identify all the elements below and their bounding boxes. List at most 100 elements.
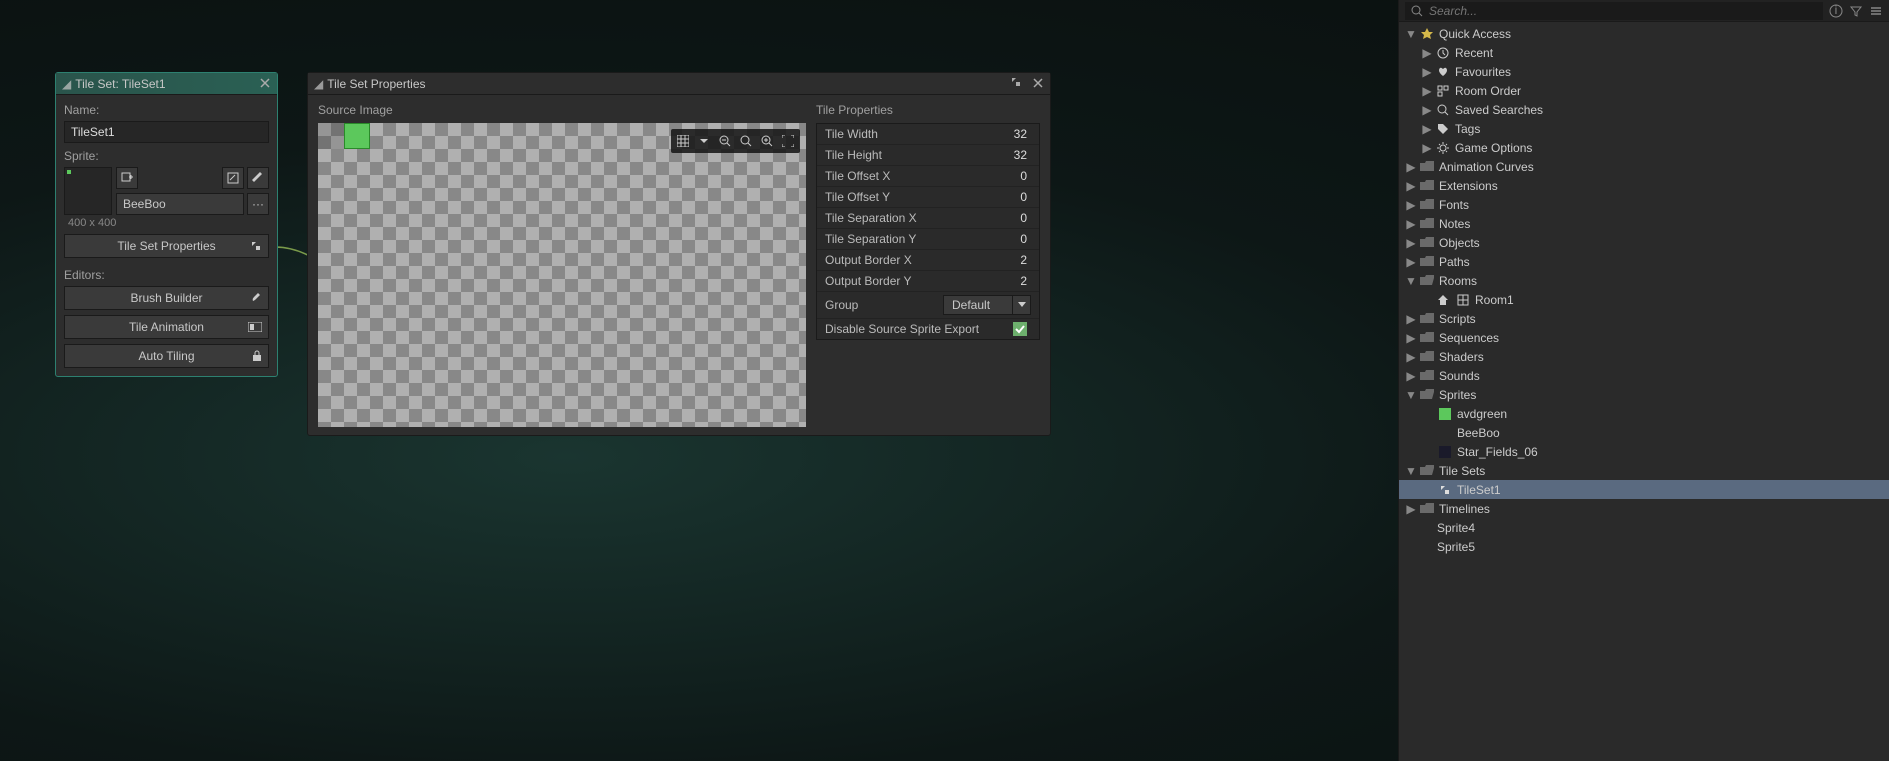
edit-sprite-icon[interactable]	[222, 167, 244, 189]
edit-image-icon[interactable]	[247, 167, 269, 189]
sprite-picker-button[interactable]: ···	[247, 193, 269, 215]
tree-sprite4[interactable]: Sprite4	[1399, 518, 1889, 537]
tree-rooms[interactable]: ▼Rooms	[1399, 271, 1889, 290]
tree-objects[interactable]: ▶Objects	[1399, 233, 1889, 252]
pop-out-icon[interactable]	[1010, 76, 1022, 88]
tree-sequences[interactable]: ▶Sequences	[1399, 328, 1889, 347]
caret-right-icon[interactable]: ▶	[1405, 160, 1417, 174]
caret-down-icon[interactable]: ▼	[1405, 27, 1417, 41]
caret-right-icon[interactable]: ▶	[1421, 141, 1433, 155]
collapse-icon[interactable]: ◢	[314, 77, 323, 91]
caret-right-icon[interactable]: ▶	[1405, 236, 1417, 250]
prop-row-tile-height[interactable]: Tile Height32	[817, 145, 1039, 166]
tree-tilesets[interactable]: ▼Tile Sets	[1399, 461, 1889, 480]
recent-icon	[1435, 45, 1451, 61]
room-icon	[1455, 292, 1471, 308]
filter-icon[interactable]	[1849, 4, 1863, 18]
search-input[interactable]	[1429, 4, 1817, 18]
caret-right-icon[interactable]: ▶	[1405, 331, 1417, 345]
zoom-out-icon[interactable]	[715, 131, 735, 151]
tileset-panel: ◢ Tile Set: TileSet1 Name: Sprite:	[55, 72, 278, 377]
tree-tileset1[interactable]: TileSet1	[1399, 480, 1889, 499]
caret-right-icon[interactable]: ▶	[1421, 103, 1433, 117]
props-panel-header[interactable]: ◢ Tile Set Properties	[308, 73, 1050, 95]
tree-timelines[interactable]: ▶Timelines	[1399, 499, 1889, 518]
tree-extensions[interactable]: ▶Extensions	[1399, 176, 1889, 195]
search-input-wrap[interactable]	[1405, 2, 1823, 20]
caret-down-icon[interactable]	[694, 131, 714, 151]
gear-icon	[1435, 140, 1451, 156]
caret-down-icon[interactable]: ▼	[1405, 274, 1417, 288]
prop-row-border-y[interactable]: Output Border Y2	[817, 271, 1039, 292]
tree-recent[interactable]: ▶Recent	[1399, 43, 1889, 62]
tree-saved-searches[interactable]: ▶Saved Searches	[1399, 100, 1889, 119]
tile-properties-label: Tile Properties	[816, 103, 1040, 117]
disable-export-checkbox[interactable]	[1013, 322, 1027, 336]
caret-down-icon[interactable]	[1013, 295, 1031, 315]
tree-sprite-beeboo[interactable]: BeeBoo	[1399, 423, 1889, 442]
brush-builder-button[interactable]: Brush Builder	[64, 286, 269, 310]
tree-scripts[interactable]: ▶Scripts	[1399, 309, 1889, 328]
caret-right-icon[interactable]: ▶	[1405, 350, 1417, 364]
folder-icon	[1419, 311, 1435, 327]
fullscreen-icon[interactable]	[778, 131, 798, 151]
tree-sprites[interactable]: ▼Sprites	[1399, 385, 1889, 404]
caret-right-icon[interactable]: ▶	[1405, 502, 1417, 516]
caret-right-icon[interactable]: ▶	[1405, 369, 1417, 383]
zoom-reset-icon[interactable]	[736, 131, 756, 151]
asset-tree[interactable]: ▼ Quick Access ▶Recent ▶Favourites ▶Room…	[1399, 22, 1889, 761]
caret-right-icon[interactable]: ▶	[1421, 122, 1433, 136]
tile-animation-button[interactable]: Tile Animation	[64, 315, 269, 339]
tree-fonts[interactable]: ▶Fonts	[1399, 195, 1889, 214]
tree-animation-curves[interactable]: ▶Animation Curves	[1399, 157, 1889, 176]
collapse-icon[interactable]: ◢	[62, 77, 71, 91]
tree-room-order[interactable]: ▶Room Order	[1399, 81, 1889, 100]
tree-tags[interactable]: ▶Tags	[1399, 119, 1889, 138]
sprite-name-field[interactable]: BeeBoo	[116, 193, 244, 215]
tree-favourites[interactable]: ▶Favourites	[1399, 62, 1889, 81]
tree-game-options[interactable]: ▶Game Options	[1399, 138, 1889, 157]
tree-paths[interactable]: ▶Paths	[1399, 252, 1889, 271]
tile-selection[interactable]	[344, 123, 370, 149]
prop-row-sep-x[interactable]: Tile Separation X0	[817, 208, 1039, 229]
new-sprite-icon[interactable]	[116, 167, 138, 189]
prop-row-tile-width[interactable]: Tile Width32	[817, 124, 1039, 145]
caret-down-icon[interactable]: ▼	[1405, 464, 1417, 478]
zoom-in-icon[interactable]	[757, 131, 777, 151]
tree-sprite5[interactable]: Sprite5	[1399, 537, 1889, 556]
name-input[interactable]	[64, 121, 269, 143]
tileset-properties-button[interactable]: Tile Set Properties	[64, 234, 269, 258]
caret-right-icon[interactable]: ▶	[1405, 217, 1417, 231]
help-icon[interactable]: i	[1829, 4, 1843, 18]
prop-row-offset-y[interactable]: Tile Offset Y0	[817, 187, 1039, 208]
grid-icon[interactable]	[673, 131, 693, 151]
caret-right-icon[interactable]: ▶	[1405, 179, 1417, 193]
caret-down-icon[interactable]: ▼	[1405, 388, 1417, 402]
caret-right-icon[interactable]: ▶	[1405, 312, 1417, 326]
caret-right-icon[interactable]: ▶	[1421, 84, 1433, 98]
auto-tiling-button[interactable]: Auto Tiling	[64, 344, 269, 368]
source-image-viewport[interactable]	[318, 123, 806, 427]
caret-right-icon[interactable]: ▶	[1421, 46, 1433, 60]
tree-shaders[interactable]: ▶Shaders	[1399, 347, 1889, 366]
tree-quick-access[interactable]: ▼ Quick Access	[1399, 24, 1889, 43]
lock-icon	[252, 350, 262, 362]
tree-notes[interactable]: ▶Notes	[1399, 214, 1889, 233]
caret-right-icon[interactable]: ▶	[1405, 255, 1417, 269]
prop-row-border-x[interactable]: Output Border X2	[817, 250, 1039, 271]
close-icon[interactable]	[257, 75, 273, 91]
expand-handle-icon[interactable]: ››	[798, 254, 806, 268]
menu-icon[interactable]	[1869, 4, 1883, 18]
tree-sprite-starfields[interactable]: Star_Fields_06	[1399, 442, 1889, 461]
group-select[interactable]: Default	[943, 295, 1013, 315]
tree-room1[interactable]: Room1	[1399, 290, 1889, 309]
prop-row-sep-y[interactable]: Tile Separation Y0	[817, 229, 1039, 250]
tree-sounds[interactable]: ▶Sounds	[1399, 366, 1889, 385]
sprite-preview[interactable]	[64, 167, 112, 215]
caret-right-icon[interactable]: ▶	[1421, 65, 1433, 79]
tree-sprite-avdgreen[interactable]: avdgreen	[1399, 404, 1889, 423]
close-icon[interactable]	[1030, 75, 1046, 91]
prop-row-offset-x[interactable]: Tile Offset X0	[817, 166, 1039, 187]
caret-right-icon[interactable]: ▶	[1405, 198, 1417, 212]
tileset-panel-header[interactable]: ◢ Tile Set: TileSet1	[56, 73, 277, 95]
